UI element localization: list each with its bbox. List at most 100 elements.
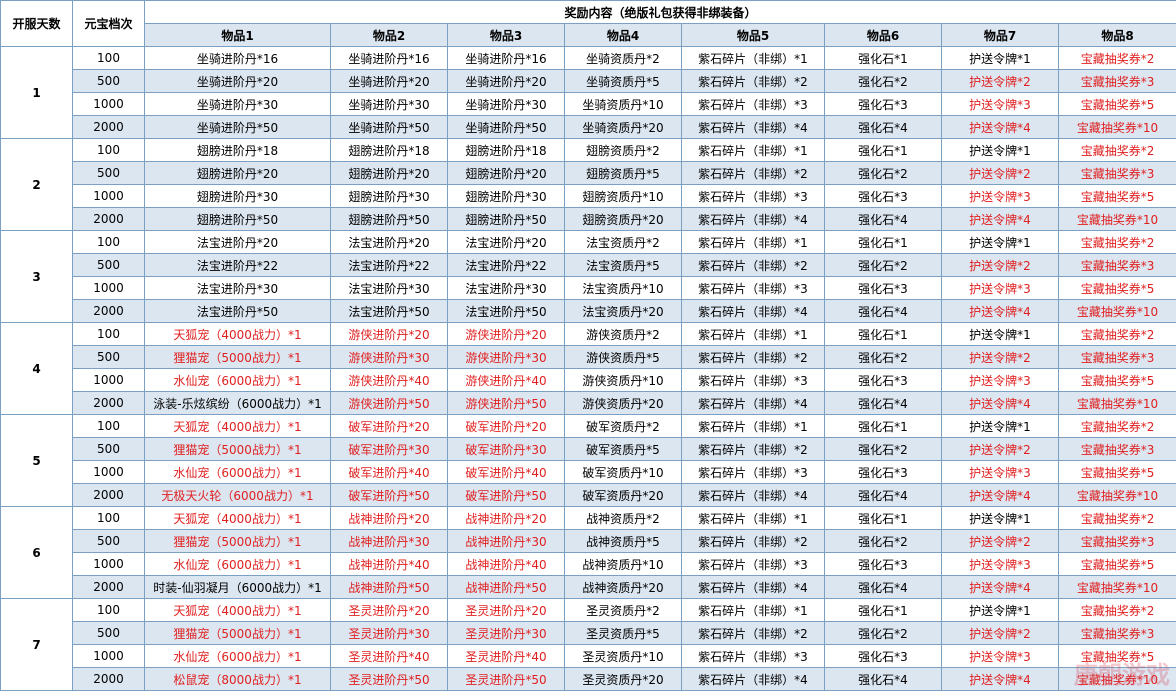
- table-row: 1000 法宝进阶丹*30 法宝进阶丹*30 法宝进阶丹*30 法宝资质丹*10 紫石碎片…: [1, 276, 1176, 300]
- tier-cell: 100: [72, 598, 145, 622]
- item-cell: 破军进阶丹*40: [330, 460, 448, 484]
- day-number-cell: 1: [0, 46, 73, 139]
- item-cell: 圣灵资质丹*5: [564, 621, 682, 645]
- item-cell: 法宝进阶丹*20: [330, 230, 448, 254]
- item-cell: 圣灵进阶丹*40: [447, 644, 565, 668]
- item-cell: 宝藏抽奖券*5: [1057, 644, 1176, 668]
- item-cell: 战神资质丹*5: [564, 529, 682, 553]
- item-cell: 护送令牌*2: [941, 345, 1059, 369]
- item-cell: 坐骑进阶丹*30: [144, 92, 331, 116]
- item-cell: 护送令牌*4: [941, 667, 1059, 691]
- tier-cell: 1000: [72, 368, 145, 392]
- item-cell: 坐骑进阶丹*20: [447, 69, 565, 93]
- table-row: 500 狸猫宠（5000战力）*1 游侠进阶丹*30 游侠进阶丹*30 游侠资质丹*5 紫…: [1, 345, 1176, 369]
- tier-cell: 1000: [72, 552, 145, 576]
- item-cell: 紫石碎片（非绑）*3: [681, 276, 825, 300]
- item-cell: 强化石*3: [824, 92, 942, 116]
- tier-cell: 500: [72, 621, 145, 645]
- table-row: 1000 翅膀进阶丹*30 翅膀进阶丹*30 翅膀进阶丹*30 翅膀资质丹*10 紫石碎片…: [1, 184, 1176, 208]
- item-cell: 坐骑资质丹*5: [564, 69, 682, 93]
- table-row: 6 100 天狐宠（4000战力）*1 战神进阶丹*20 战神进阶丹*20 战神资质丹*2…: [0, 506, 1176, 599]
- table-row: 2000 坐骑进阶丹*50 坐骑进阶丹*50 坐骑进阶丹*50 坐骑资质丹*20 紫石碎片…: [1, 115, 1176, 139]
- item-cell: 宝藏抽奖券*3: [1057, 437, 1176, 461]
- item-cell: 宝藏抽奖券*3: [1057, 253, 1176, 277]
- item-cell: 宝藏抽奖券*10: [1057, 299, 1176, 323]
- item-cell: 护送令牌*2: [941, 437, 1059, 461]
- item-cell: 宝藏抽奖券*10: [1057, 207, 1176, 231]
- item-cell: 法宝进阶丹*50: [330, 299, 448, 323]
- item-cell: 法宝进阶丹*22: [447, 253, 565, 277]
- item-cell: 紫石碎片（非绑）*4: [681, 207, 825, 231]
- item-cell: 紫石碎片（非绑）*1: [681, 230, 825, 254]
- table-row: 4 100 天狐宠（4000战力）*1 游侠进阶丹*20 游侠进阶丹*20 游侠资质丹*2…: [0, 322, 1176, 415]
- item-cell: 天狐宠（4000战力）*1: [144, 322, 331, 346]
- item-cell: 宝藏抽奖券*10: [1057, 483, 1176, 507]
- item-cell: 坐骑进阶丹*20: [330, 69, 448, 93]
- item-cell: 圣灵进阶丹*30: [447, 621, 565, 645]
- item-cell: 宝藏抽奖券*5: [1057, 276, 1176, 300]
- item-cell: 翅膀进阶丹*20: [330, 161, 448, 185]
- header-item-3: 物品3: [447, 23, 565, 47]
- table-row: 500 狸猫宠（5000战力）*1 战神进阶丹*30 战神进阶丹*30 战神资质丹*5 紫…: [1, 529, 1176, 553]
- tier-cell: 100: [72, 230, 145, 254]
- table-row: 2000 无极天火轮（6000战力）*1 破军进阶丹*50 破军进阶丹*50 破军资质丹…: [1, 483, 1176, 507]
- item-cell: 法宝进阶丹*20: [144, 230, 331, 254]
- tier-cell: 500: [72, 69, 145, 93]
- item-cell: 破军进阶丹*50: [447, 483, 565, 507]
- item-cell: 强化石*1: [824, 230, 942, 254]
- item-cell: 游侠资质丹*2: [564, 322, 682, 346]
- item-cell: 护送令牌*1: [941, 506, 1059, 530]
- tier-cell: 2000: [72, 483, 145, 507]
- header-item-1: 物品1: [144, 23, 331, 47]
- day-number-cell: 3: [0, 230, 73, 323]
- item-cell: 紫石碎片（非绑）*2: [681, 253, 825, 277]
- item-cell: 坐骑资质丹*2: [564, 46, 682, 70]
- tier-cell: 1000: [72, 276, 145, 300]
- item-cell: 战神资质丹*10: [564, 552, 682, 576]
- item-cell: 天狐宠（4000战力）*1: [144, 414, 331, 438]
- day-number-cell: 2: [0, 138, 73, 231]
- item-cell: 强化石*4: [824, 483, 942, 507]
- item-cell: 强化石*2: [824, 253, 942, 277]
- item-cell: 护送令牌*4: [941, 115, 1059, 139]
- item-cell: 战神进阶丹*40: [447, 552, 565, 576]
- item-cell: 护送令牌*1: [941, 322, 1059, 346]
- table-row: 500 翅膀进阶丹*20 翅膀进阶丹*20 翅膀进阶丹*20 翅膀资质丹*5 紫石碎片（非…: [1, 161, 1176, 185]
- item-cell: 强化石*1: [824, 414, 942, 438]
- table-row: 2000 法宝进阶丹*50 法宝进阶丹*50 法宝进阶丹*50 法宝资质丹*20 紫石碎片…: [1, 299, 1176, 323]
- item-cell: 强化石*3: [824, 368, 942, 392]
- item-cell: 宝藏抽奖券*10: [1057, 115, 1176, 139]
- item-cell: 法宝进阶丹*50: [447, 299, 565, 323]
- item-cell: 护送令牌*3: [941, 644, 1059, 668]
- item-cell: 翅膀进阶丹*50: [144, 207, 331, 231]
- item-cell: 紫石碎片（非绑）*4: [681, 667, 825, 691]
- item-cell: 狸猫宠（5000战力）*1: [144, 345, 331, 369]
- item-cell: 紫石碎片（非绑）*3: [681, 644, 825, 668]
- tier-cell: 2000: [72, 575, 145, 599]
- item-cell: 破军资质丹*20: [564, 483, 682, 507]
- item-cell: 强化石*1: [824, 138, 942, 162]
- item-cell: 水仙宠（6000战力）*1: [144, 644, 331, 668]
- item-cell: 游侠进阶丹*20: [447, 322, 565, 346]
- item-cell: 游侠进阶丹*40: [330, 368, 448, 392]
- header-row-1: 开服天数 元宝档次 奖励内容（绝版礼包获得非绑装备）: [0, 0, 1176, 47]
- table-row: 1000 水仙宠（6000战力）*1 游侠进阶丹*40 游侠进阶丹*40 游侠资质丹*1…: [1, 368, 1176, 392]
- item-cell: 破军资质丹*5: [564, 437, 682, 461]
- item-cell: 强化石*4: [824, 575, 942, 599]
- item-cell: 法宝进阶丹*30: [330, 276, 448, 300]
- item-cell: 翅膀进阶丹*30: [447, 184, 565, 208]
- item-cell: 翅膀进阶丹*30: [144, 184, 331, 208]
- tier-cell: 500: [72, 253, 145, 277]
- item-cell: 翅膀进阶丹*18: [330, 138, 448, 162]
- header-ingot-tier: 元宝档次: [72, 0, 145, 47]
- tier-cell: 2000: [72, 115, 145, 139]
- item-cell: 坐骑进阶丹*50: [447, 115, 565, 139]
- item-cell: 圣灵进阶丹*20: [447, 598, 565, 622]
- table-row: 1000 坐骑进阶丹*30 坐骑进阶丹*30 坐骑进阶丹*30 坐骑资质丹*10 紫石碎片…: [1, 92, 1176, 116]
- item-cell: 游侠进阶丹*30: [447, 345, 565, 369]
- table-row: 2000 时装-仙羽凝月（6000战力）*1 战神进阶丹*50 战神进阶丹*50 战神资…: [1, 575, 1176, 599]
- item-cell: 强化石*1: [824, 506, 942, 530]
- item-cell: 破军进阶丹*20: [447, 414, 565, 438]
- item-cell: 紫石碎片（非绑）*2: [681, 345, 825, 369]
- item-cell: 护送令牌*4: [941, 299, 1059, 323]
